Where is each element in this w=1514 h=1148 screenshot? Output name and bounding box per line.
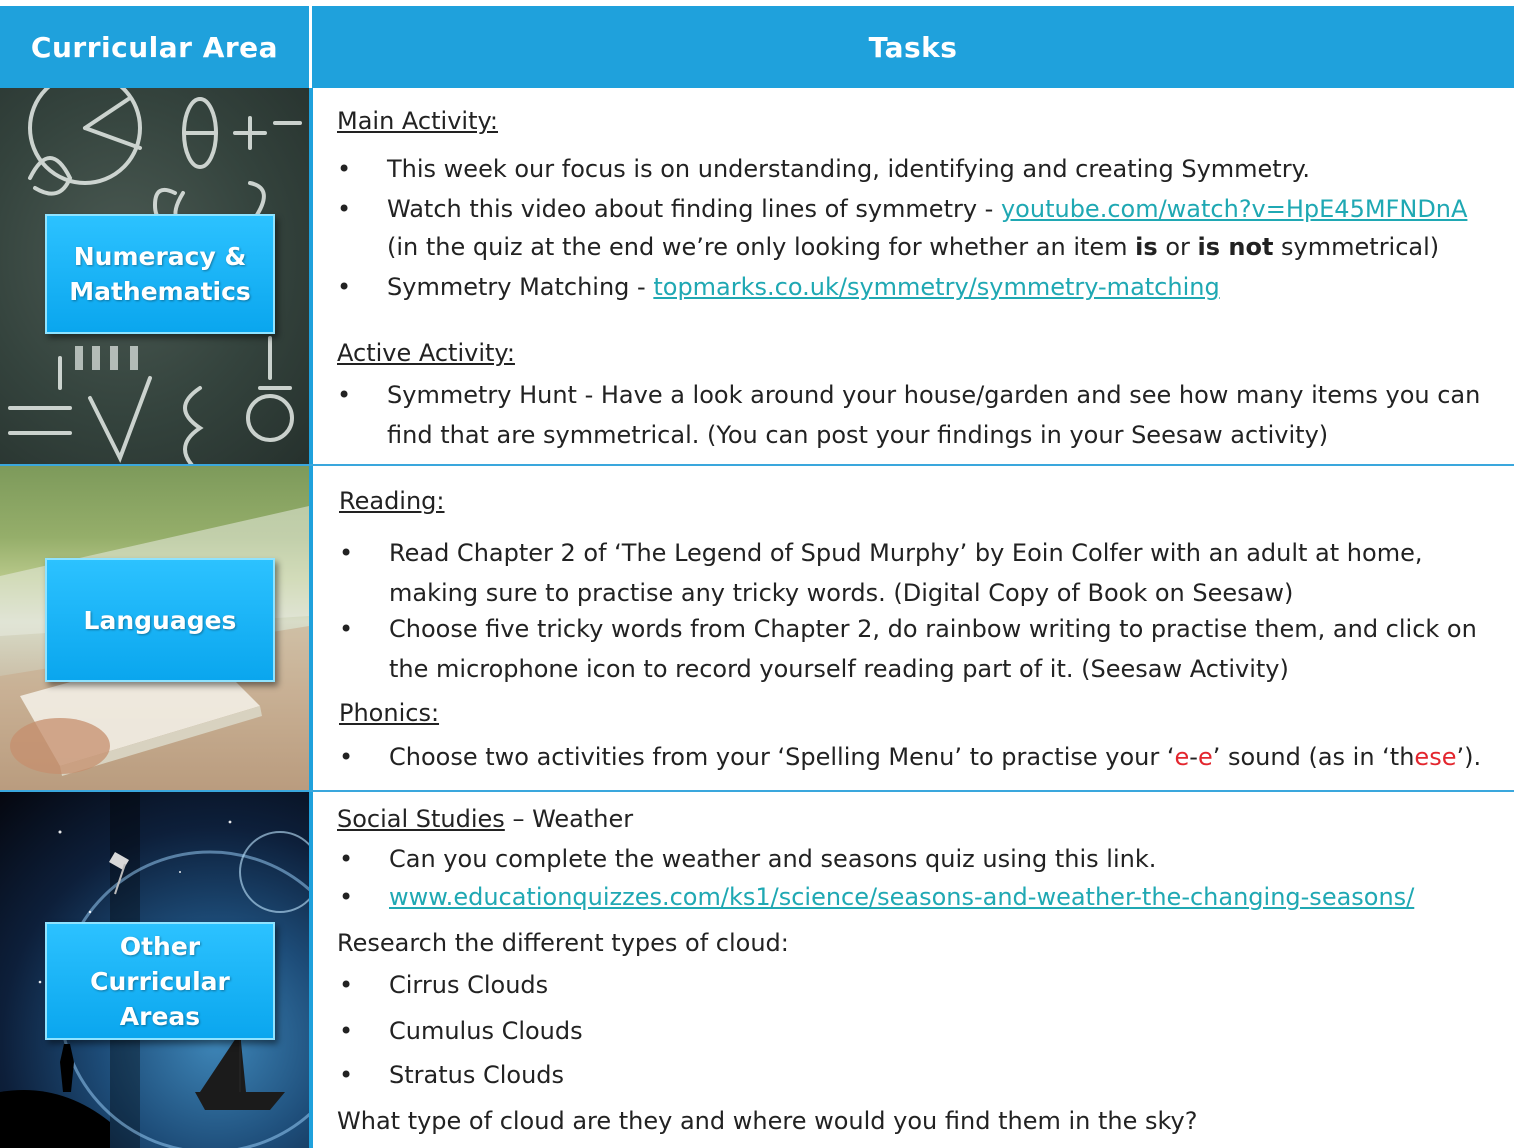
emphasis-is-not: is not bbox=[1197, 233, 1274, 261]
social-studies-subtitle: – Weather bbox=[504, 805, 634, 833]
reading-image: Languages bbox=[0, 466, 309, 790]
emphasis-is: is bbox=[1135, 233, 1158, 261]
reading-heading: Reading: bbox=[339, 487, 445, 515]
list-item-text: Read Chapter 2 of ‘The Legend of Spud Mu… bbox=[389, 539, 1423, 567]
row-languages: Languages Reading: • Read Chapter 2 of ‘… bbox=[0, 466, 1514, 790]
education-quizzes-link[interactable]: www.educationquizzes.com/ks1/science/sea… bbox=[389, 880, 1414, 914]
research-text: Research the different types of cloud: bbox=[337, 929, 789, 957]
highlight-e: e bbox=[1197, 743, 1213, 771]
phonics-heading: Phonics: bbox=[339, 699, 440, 727]
cloud-type-cumulus: Cumulus Clouds bbox=[389, 1017, 583, 1045]
list-item-text: Choose five tricky words from Chapter 2,… bbox=[389, 615, 1477, 643]
list-item-text: - bbox=[1189, 743, 1198, 771]
other-label-line1: Other bbox=[119, 931, 201, 961]
bullet-icon: • bbox=[337, 381, 352, 409]
list-item-text: Choose two activities from your ‘Spellin… bbox=[389, 743, 1175, 771]
cloud-question: What type of cloud are they and where wo… bbox=[337, 1107, 1198, 1135]
other-tasks: Social Studies – Weather • Can you compl… bbox=[313, 792, 1514, 1148]
youtube-link[interactable]: youtube.com/watch?v=HpE45MFNDnA bbox=[1001, 195, 1467, 223]
list-item-text: symmetrical) bbox=[1273, 233, 1440, 261]
list-item-text: Can you complete the weather and seasons… bbox=[389, 845, 1157, 873]
bullet-icon: • bbox=[339, 971, 354, 999]
numeracy-tasks: Main Activity: • This week our focus is … bbox=[313, 88, 1514, 464]
lesson-plan-page: Curricular Area Tasks Numeracy & Mathema… bbox=[0, 0, 1514, 1148]
numeracy-label-line1: Numeracy & bbox=[73, 242, 247, 271]
list-item-text: ’). bbox=[1456, 743, 1482, 771]
space-image: Other Curricular Areas bbox=[0, 792, 309, 1148]
row-other: Other Curricular Areas Social Studies – We… bbox=[0, 792, 1514, 1148]
bullet-icon: • bbox=[337, 155, 352, 183]
list-item-continuation: find that are symmetrical. (You can post… bbox=[387, 421, 1329, 449]
list-item-text: This week our focus is on understanding,… bbox=[387, 155, 1310, 183]
bullet-icon: • bbox=[337, 195, 352, 223]
social-studies-heading: Social Studies bbox=[337, 805, 505, 833]
list-item-text: Symmetry Matching - bbox=[387, 273, 654, 301]
bullet-icon: • bbox=[339, 1017, 354, 1045]
bullet-icon: • bbox=[339, 1061, 354, 1089]
bullet-icon: • bbox=[339, 845, 354, 873]
languages-tasks: Reading: • Read Chapter 2 of ‘The Legend… bbox=[313, 466, 1514, 790]
other-label: Other Curricular Areas bbox=[45, 922, 275, 1040]
active-activity-heading: Active Activity: bbox=[337, 339, 515, 367]
list-item-text: (in the quiz at the end we’re only looki… bbox=[387, 233, 1136, 261]
numeracy-label-line2: Mathematics bbox=[69, 277, 251, 306]
bullet-icon: • bbox=[339, 883, 354, 911]
languages-label: Languages bbox=[45, 558, 275, 682]
table-header: Curricular Area Tasks bbox=[0, 0, 1514, 88]
header-tasks: Tasks bbox=[868, 30, 958, 64]
list-item-continuation: making sure to practise any tricky words… bbox=[389, 579, 1294, 607]
list-item-continuation: (in the quiz at the end we’re only looki… bbox=[387, 230, 1439, 264]
row-numeracy: Numeracy & Mathematics Main Activity: • T… bbox=[0, 88, 1514, 464]
bullet-icon: • bbox=[339, 743, 354, 771]
main-activity-heading: Main Activity: bbox=[337, 107, 499, 135]
list-item-text: ’ sound (as in ‘th bbox=[1212, 743, 1415, 771]
bullet-icon: • bbox=[339, 615, 354, 643]
numeracy-label: Numeracy & Mathematics bbox=[45, 214, 275, 334]
social-studies-heading-line: Social Studies – Weather bbox=[337, 802, 633, 836]
languages-label-text: Languages bbox=[83, 605, 237, 635]
list-item-text: or bbox=[1157, 233, 1198, 261]
bullet-icon: • bbox=[337, 273, 352, 301]
cloud-type-stratus: Stratus Clouds bbox=[389, 1061, 565, 1089]
highlight-ese: ese bbox=[1414, 743, 1457, 771]
highlight-e: e bbox=[1174, 743, 1190, 771]
cloud-type-cirrus: Cirrus Clouds bbox=[389, 971, 549, 999]
list-item-continuation: the microphone icon to record yourself r… bbox=[389, 655, 1289, 683]
other-label-line3: Areas bbox=[119, 1001, 201, 1031]
bullet-icon: • bbox=[339, 539, 354, 567]
topmarks-link[interactable]: topmarks.co.uk/symmetry/symmetry-matchin… bbox=[653, 273, 1219, 301]
chalkboard-image: Numeracy & Mathematics bbox=[0, 88, 309, 464]
list-item-text: Watch this video about finding lines of … bbox=[387, 195, 1001, 223]
list-item-text: Symmetry Hunt - Have a look around your … bbox=[387, 381, 1481, 409]
other-label-line2: Curricular bbox=[90, 966, 230, 996]
header-curricular-area: Curricular Area bbox=[30, 30, 279, 64]
